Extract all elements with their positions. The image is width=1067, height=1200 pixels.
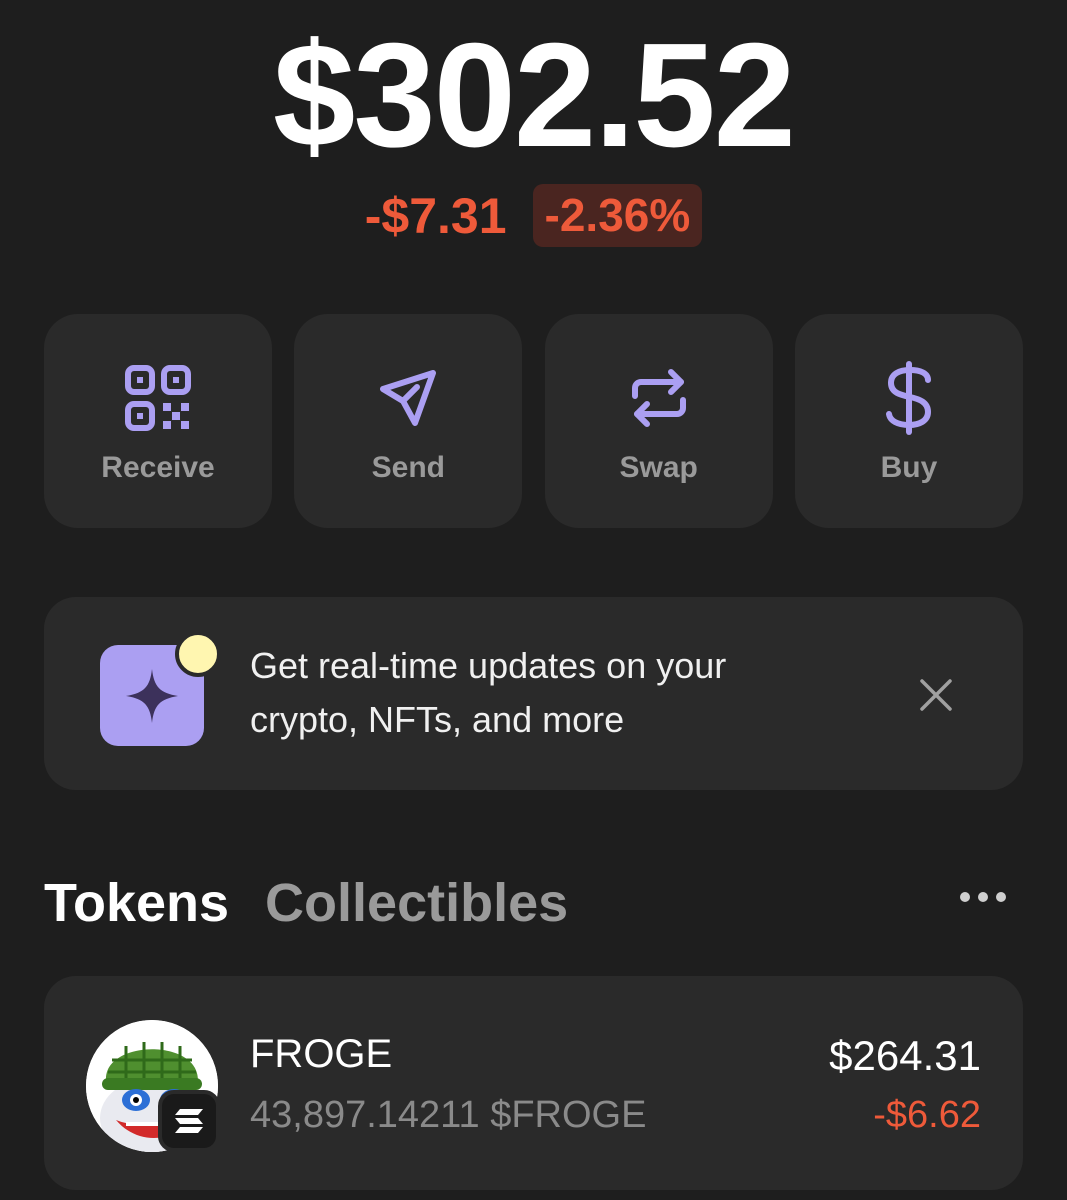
token-row[interactable]: FROGE 43,897.14211 $FROGE $264.31 -$6.62 — [44, 976, 1023, 1190]
token-value: $264.31 — [829, 1032, 981, 1079]
buy-button[interactable]: Buy — [794, 314, 1023, 528]
close-icon[interactable] — [916, 675, 956, 715]
banner-text-line-1: Get real-time updates on your — [250, 645, 727, 686]
token-quantity: 43,897.14211 $FROGE — [250, 1094, 647, 1136]
notification-banner[interactable]: Get real-time updates on your crypto, NF… — [44, 597, 1023, 790]
receive-label: Receive — [101, 451, 215, 484]
action-buttons: Receive Send Swap Buy — [44, 314, 1023, 528]
token-change: -$6.62 — [873, 1094, 981, 1136]
send-button[interactable]: Send — [294, 314, 523, 528]
balance-change-percent-badge: -2.36% — [532, 184, 703, 248]
balance-change-amount: -$7.31 — [364, 187, 507, 244]
token-name: FROGE — [250, 1032, 393, 1076]
send-label: Send — [371, 451, 445, 484]
qr-code-icon — [123, 363, 193, 433]
notification-dot — [175, 631, 221, 677]
dollar-icon — [874, 361, 944, 435]
receive-button[interactable]: Receive — [44, 314, 272, 528]
banner-text-line-2: crypto, NFTs, and more — [250, 699, 625, 740]
more-icon[interactable] — [960, 892, 1006, 902]
more-dot — [996, 892, 1006, 902]
solana-icon — [158, 1090, 220, 1152]
buy-label: Buy — [880, 451, 938, 484]
tab-collectibles[interactable]: Collectibles — [265, 872, 568, 934]
asset-tabs: Tokens Collectibles — [44, 872, 568, 934]
swap-button[interactable]: Swap — [544, 314, 773, 528]
total-balance: $302.52 — [273, 13, 796, 178]
tab-tokens[interactable]: Tokens — [44, 872, 229, 934]
more-dot — [960, 892, 970, 902]
banner-text: Get real-time updates on your crypto, NF… — [250, 639, 850, 747]
send-icon — [373, 363, 443, 433]
swap-label: Swap — [619, 451, 698, 484]
balance-change-row: -$7.31 -2.36% — [0, 184, 1067, 248]
more-dot — [978, 892, 988, 902]
swap-icon — [624, 363, 694, 433]
